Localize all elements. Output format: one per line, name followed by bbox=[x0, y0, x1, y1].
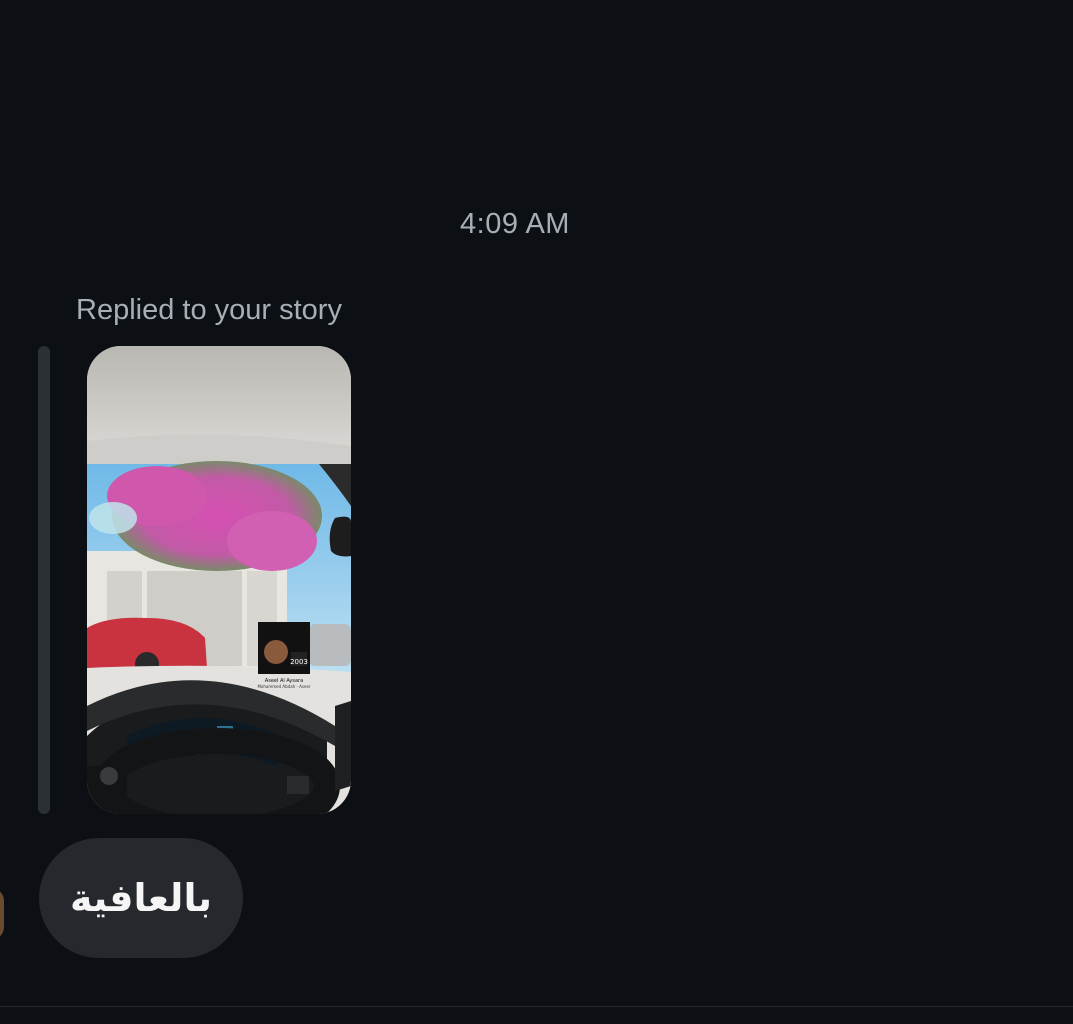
sender-avatar[interactable] bbox=[0, 888, 4, 940]
reply-context-label: Replied to your story bbox=[76, 294, 342, 326]
reply-indicator-bar bbox=[38, 346, 50, 814]
message-bubble[interactable]: بالعافية bbox=[39, 838, 243, 958]
story-image: Aseel Al Aysara 2003 Mohammed Abdah - As… bbox=[87, 346, 351, 814]
message-timestamp: 4:09 AM bbox=[460, 208, 570, 240]
sticker-caption-subtitle: Mohammed Abdah - Aseer bbox=[257, 684, 310, 689]
dm-thread: 4:09 AM Replied to your story Aseel Al A… bbox=[0, 0, 1073, 1024]
sticker-year: 2003 bbox=[290, 658, 308, 666]
composer-divider bbox=[0, 1006, 1073, 1007]
story-thumbnail[interactable]: Aseel Al Aysara 2003 Mohammed Abdah - As… bbox=[87, 346, 351, 814]
